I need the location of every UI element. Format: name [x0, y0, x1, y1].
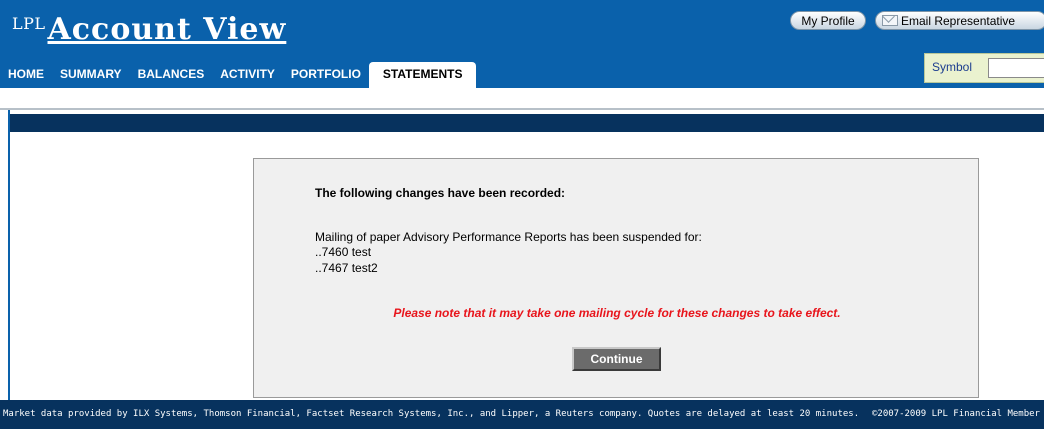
symbol-label: Symbol — [932, 60, 973, 74]
email-representative-label: Email Representative — [901, 14, 1016, 28]
footer-bar: Market data provided by ILX Systems, Tho… — [0, 400, 1044, 429]
header-bar: LPL Account View My Profile Email Repres… — [0, 0, 1044, 88]
logo[interactable]: LPL Account View — [12, 12, 286, 47]
nav-tab-summary[interactable]: SUMMARY — [52, 62, 130, 88]
continue-button[interactable]: Continue — [572, 347, 661, 371]
envelope-icon — [882, 15, 898, 26]
account-item: ..7460 test — [315, 245, 372, 259]
main-nav: HOME SUMMARY BALANCES ACTIVITY PORTFOLIO… — [0, 62, 477, 88]
symbol-input[interactable] — [988, 58, 1044, 78]
subheader-bar — [10, 114, 1044, 132]
email-representative-button[interactable]: Email Representative — [875, 11, 1044, 30]
copyright-text: ©2007-2009 LPL Financial Member — [872, 409, 1040, 419]
my-profile-button[interactable]: My Profile — [790, 11, 866, 30]
logo-prefix: LPL — [12, 14, 46, 33]
mailing-cycle-note: Please note that it may take one mailing… — [393, 306, 841, 320]
market-data-disclaimer: Market data provided by ILX Systems, Tho… — [3, 409, 860, 419]
header-divider — [0, 108, 1044, 110]
symbol-lookup: Symbol — [924, 53, 1044, 83]
nav-tab-statements[interactable]: STATEMENTS — [368, 62, 477, 88]
nav-tab-portfolio[interactable]: PORTFOLIO — [283, 62, 369, 88]
confirmation-heading: The following changes have been recorded… — [315, 186, 566, 200]
my-profile-label: My Profile — [801, 14, 855, 28]
account-item: ..7467 test2 — [315, 261, 378, 275]
nav-tab-activity[interactable]: ACTIVITY — [212, 62, 283, 88]
logo-title: Account View — [47, 12, 287, 47]
suspension-message: Mailing of paper Advisory Performance Re… — [315, 230, 702, 244]
confirmation-panel: The following changes have been recorded… — [253, 158, 979, 398]
nav-tab-balances[interactable]: BALANCES — [130, 62, 213, 88]
nav-tab-home[interactable]: HOME — [0, 62, 52, 88]
left-border — [8, 110, 10, 429]
